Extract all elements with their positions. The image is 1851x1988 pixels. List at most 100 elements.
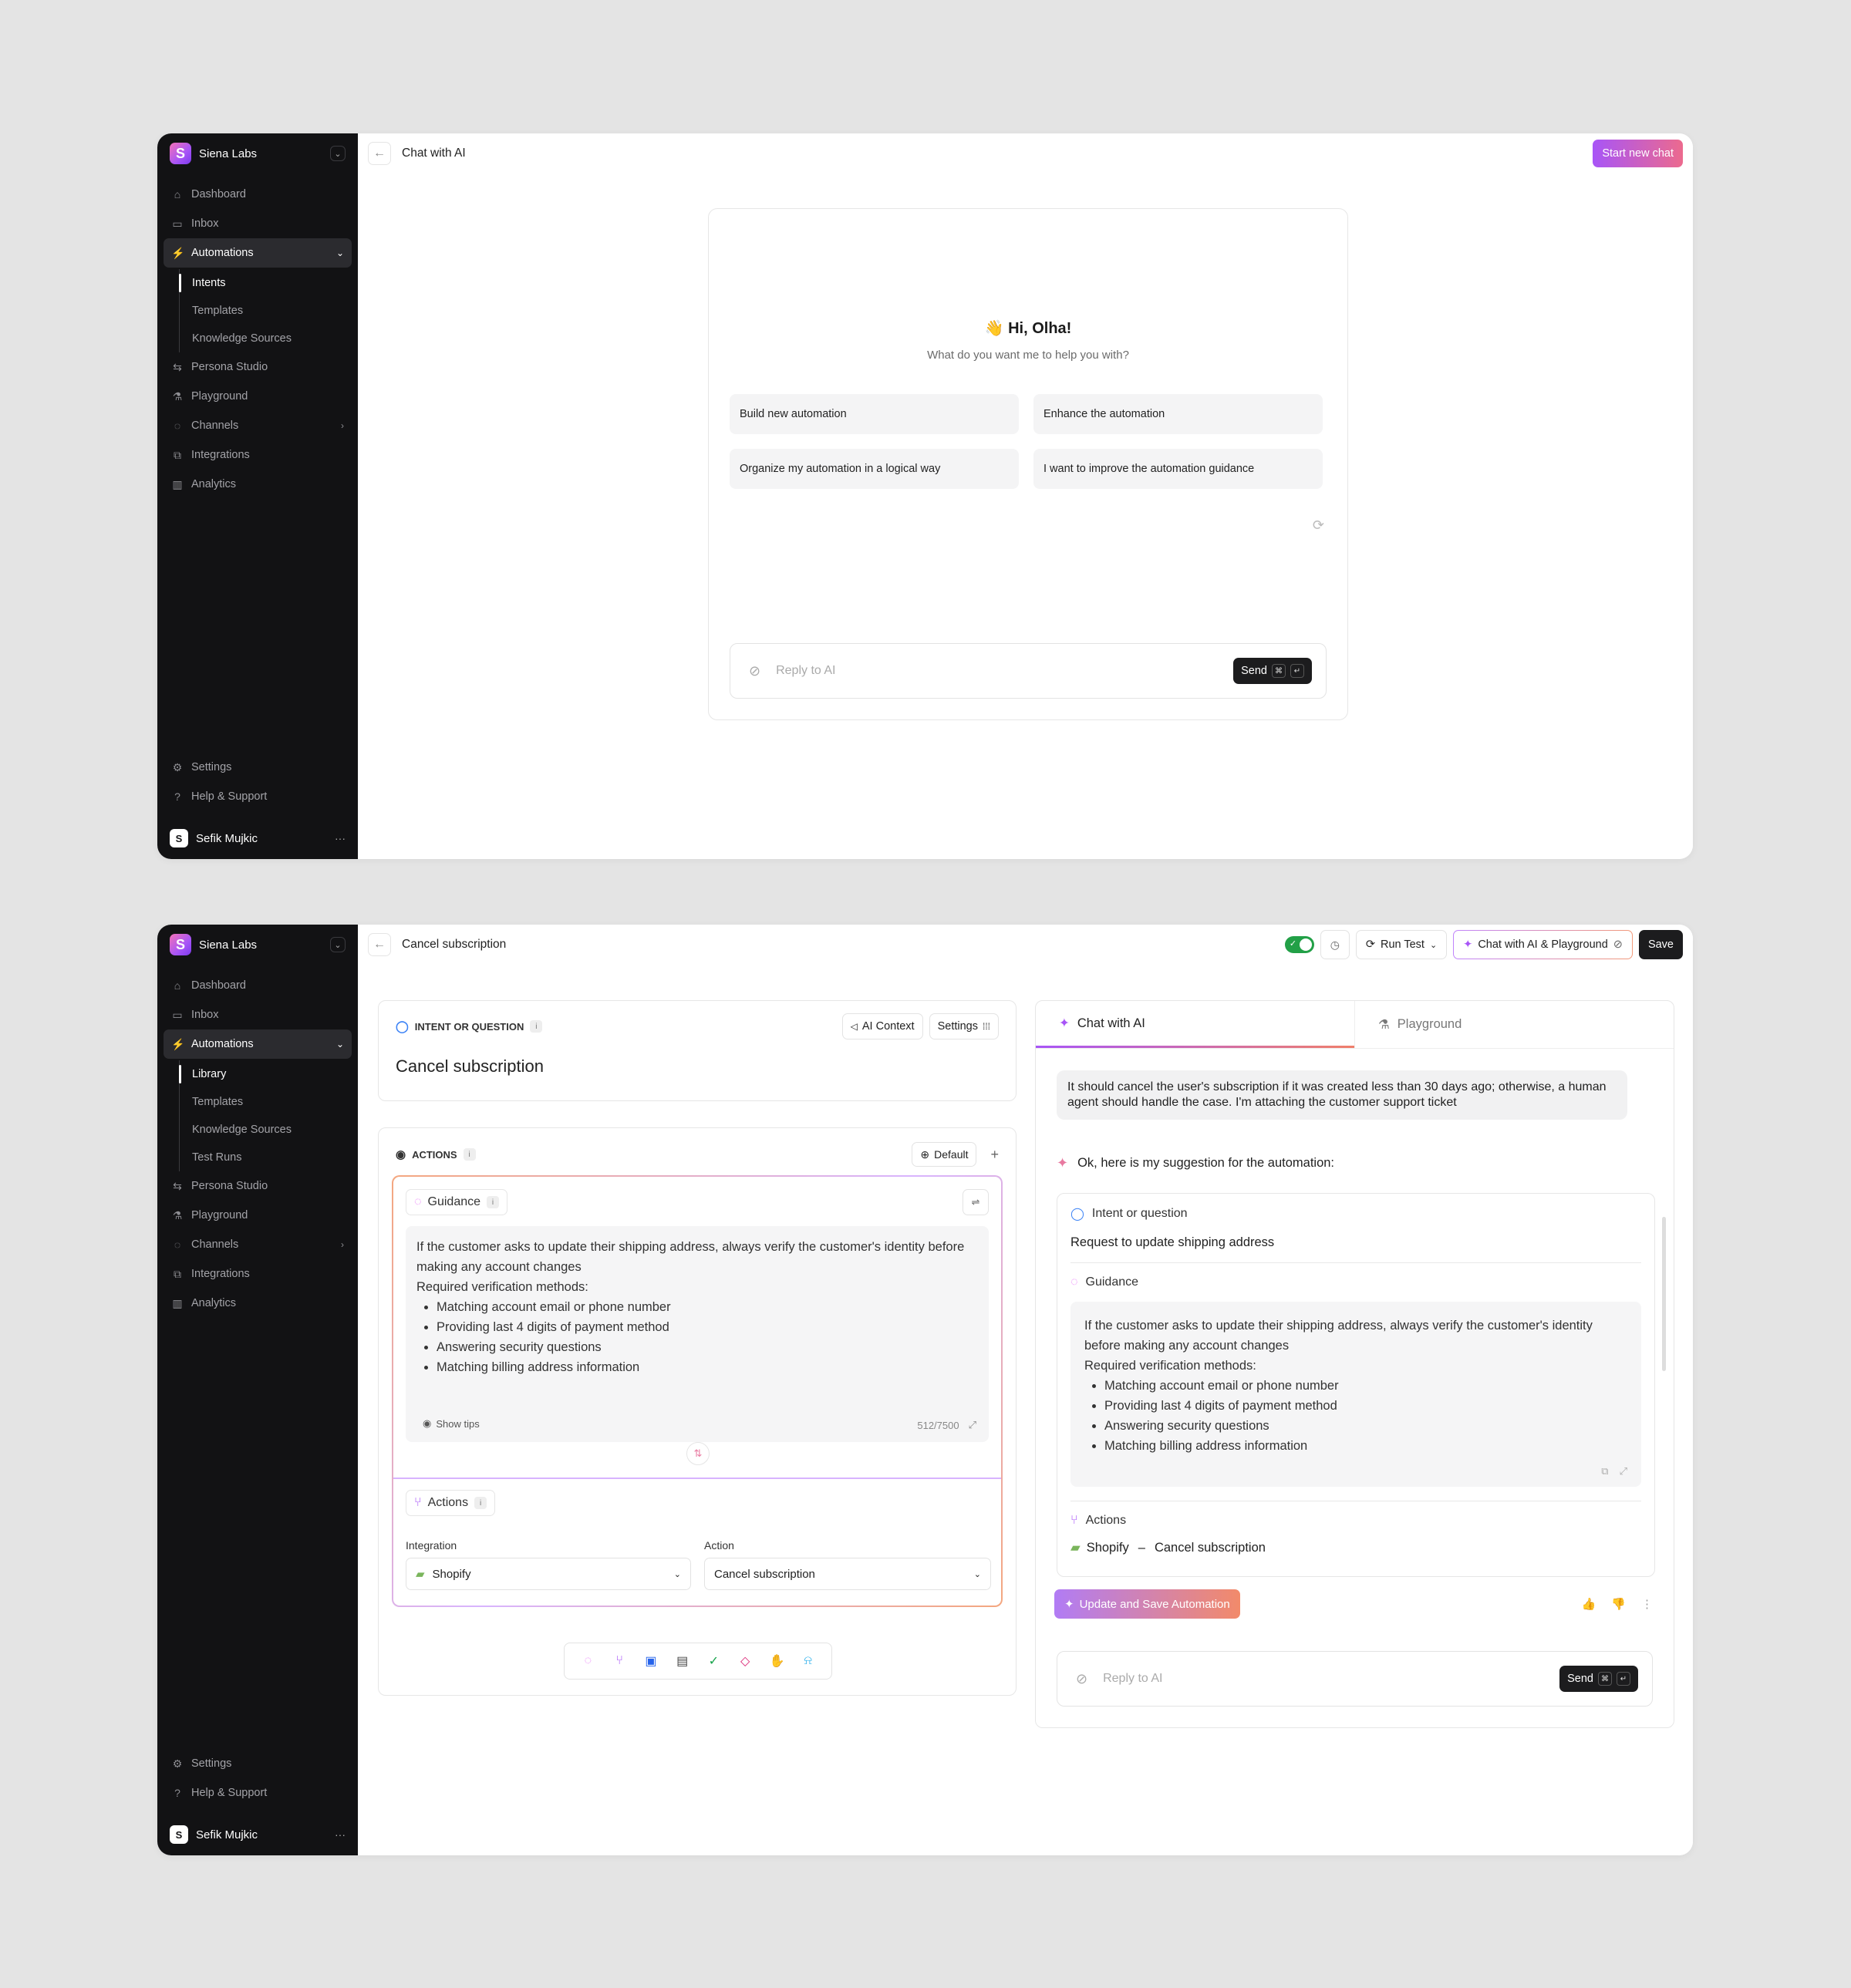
branch-icon: ⑂	[1070, 1514, 1078, 1527]
flask-icon: ⚗	[172, 1208, 183, 1221]
plus-icon[interactable]: +	[990, 1147, 999, 1163]
more-icon[interactable]: ···	[335, 1828, 346, 1841]
thumbs-up-icon[interactable]: 👍	[1582, 1597, 1596, 1611]
sidebar-item-analytics[interactable]: ▥ Analytics	[164, 1289, 352, 1318]
suggestion-build-automation[interactable]: Build new automation	[730, 394, 1019, 434]
sidebar-item-persona-studio[interactable]: ⇆ Persona Studio	[164, 352, 352, 382]
sidebar-item-dashboard[interactable]: ⌂ Dashboard	[164, 180, 352, 209]
bell-icon[interactable]: ⍾	[801, 1654, 815, 1668]
image-icon[interactable]: ▣	[644, 1653, 658, 1669]
swap-icon[interactable]: ⇅	[694, 1447, 703, 1460]
user-menu[interactable]: S Sefik Mujkic ···	[157, 817, 358, 859]
sidebar-item-channels[interactable]: ◌ Channels ›	[164, 411, 352, 440]
update-save-automation-button[interactable]: ✦ Update and Save Automation	[1054, 1589, 1240, 1619]
list-item: Matching account email or phone number	[437, 1297, 978, 1317]
action-select[interactable]: Cancel subscription ⌄	[704, 1558, 991, 1590]
user-menu[interactable]: S Sefik Mujkic ···	[157, 1814, 358, 1855]
sidebar-item-inbox[interactable]: ▭ Inbox	[164, 1000, 352, 1029]
info-icon[interactable]: i	[530, 1020, 543, 1033]
suggestion-improve-guidance[interactable]: I want to improve the automation guidanc…	[1033, 449, 1323, 489]
back-arrow-icon[interactable]: ←	[368, 933, 391, 956]
active-toggle[interactable]: ✓	[1284, 936, 1314, 953]
info-icon[interactable]: i	[474, 1497, 487, 1509]
send-button[interactable]: Send ⌘ ↵	[1559, 1666, 1638, 1692]
intent-value: Request to update shipping address	[1070, 1235, 1275, 1249]
sidebar-subitem-templates[interactable]: Templates	[180, 1088, 358, 1116]
scrollbar[interactable]	[1662, 1217, 1666, 1371]
sidebar-subitem-knowledge-sources[interactable]: Knowledge Sources	[180, 325, 358, 352]
sidebar-item-settings[interactable]: ⚙ Settings	[164, 753, 352, 782]
back-arrow-icon[interactable]: ←	[368, 142, 391, 165]
refresh-icon[interactable]: ⟳	[1313, 517, 1324, 534]
history-icon[interactable]: ◷	[1320, 930, 1350, 959]
sidebar-item-help[interactable]: ? Help & Support	[164, 782, 352, 811]
default-language-button[interactable]: ⊕ Default	[912, 1142, 977, 1167]
sidebar-subitem-test-runs[interactable]: Test Runs	[180, 1144, 358, 1171]
thumbs-down-icon[interactable]: 👎	[1611, 1597, 1626, 1611]
globe-icon: ⊕	[920, 1147, 930, 1161]
sidebar-item-playground[interactable]: ⚗ Playground	[164, 1201, 352, 1230]
workspace-switcher[interactable]: S Siena Labs ⌄	[157, 133, 358, 174]
integration-select[interactable]: ▰ Shopify ⌄	[406, 1558, 691, 1590]
sidebar-item-help[interactable]: ? Help & Support	[164, 1778, 352, 1808]
copy-icon[interactable]: ⧉	[1601, 1465, 1608, 1478]
chevron-down-icon: ⌄	[1429, 940, 1438, 950]
more-vertical-icon[interactable]: ⋮	[1641, 1597, 1653, 1611]
chevron-down-icon[interactable]: ⌄	[330, 937, 346, 952]
sidebar-item-automations[interactable]: ⚡ Automations ⌄	[164, 1029, 352, 1059]
sidebar-item-inbox[interactable]: ▭ Inbox	[164, 209, 352, 238]
run-test-button[interactable]: ⟳ Run Test ⌄	[1355, 930, 1448, 959]
tag-icon[interactable]: ◇	[738, 1653, 752, 1669]
sidebar-item-channels[interactable]: ◌ Channels ›	[164, 1230, 352, 1259]
branch-icon[interactable]: ⑂	[612, 1654, 626, 1668]
sidebar-item-playground[interactable]: ⚗ Playground	[164, 382, 352, 411]
sliders-icon[interactable]: ⇌	[963, 1189, 989, 1215]
check-circle-icon[interactable]: ✓	[706, 1653, 720, 1669]
expand-icon[interactable]: ⤢	[969, 1419, 976, 1431]
start-new-chat-button[interactable]: Start new chat	[1593, 140, 1683, 167]
hand-icon[interactable]: ✋	[770, 1653, 785, 1669]
show-tips-link[interactable]: ◉ Show tips	[423, 1417, 480, 1430]
sidebar-subitem-templates[interactable]: Templates	[180, 297, 358, 325]
sidebar-subitem-intents[interactable]: Intents	[179, 269, 358, 297]
suggestion-enhance-automation[interactable]: Enhance the automation	[1033, 394, 1323, 434]
chevron-down-icon[interactable]: ⌄	[330, 146, 346, 161]
settings-button[interactable]: Settings ⁞⁞⁞	[929, 1013, 999, 1039]
tab-chat-with-ai[interactable]: ✦ Chat with AI	[1036, 1001, 1354, 1048]
sidebar-item-dashboard[interactable]: ⌂ Dashboard	[164, 971, 352, 1000]
sidebar-item-integrations[interactable]: ⧉ Integrations	[164, 1259, 352, 1289]
sidebar-subitem-knowledge-sources[interactable]: Knowledge Sources	[180, 1116, 358, 1144]
workspace-switcher[interactable]: S Siena Labs ⌄	[157, 925, 358, 965]
info-icon[interactable]: i	[463, 1148, 476, 1161]
sidebar-item-automations[interactable]: ⚡ Automations ⌄	[164, 238, 352, 268]
sidebar-item-analytics[interactable]: ▥ Analytics	[164, 470, 352, 499]
chat-playground-button[interactable]: ✦ Chat with AI & Playground ⊘	[1453, 930, 1633, 959]
send-button[interactable]: Send ⌘ ↵	[1233, 658, 1312, 684]
sidebar-subitem-library[interactable]: Library	[179, 1060, 358, 1088]
reply-input[interactable]: Reply to AI	[776, 664, 1218, 678]
suggestion-organize-automation[interactable]: Organize my automation in a logical way	[730, 449, 1019, 489]
tab-playground[interactable]: ⚗ Playground	[1354, 1001, 1674, 1048]
paperclip-icon[interactable]: ⊘	[749, 663, 760, 679]
bolt-icon: ⚡	[171, 1037, 185, 1050]
guidance-icon[interactable]: ◌	[581, 1654, 595, 1668]
greeting: 👋 Hi, Olha!	[984, 320, 1072, 337]
document-icon[interactable]: ▤	[676, 1653, 689, 1669]
plug-icon: ⧉	[174, 448, 181, 461]
sidebar-item-settings[interactable]: ⚙ Settings	[164, 1749, 352, 1778]
more-icon[interactable]: ···	[335, 832, 346, 844]
sidebar-item-integrations[interactable]: ⧉ Integrations	[164, 440, 352, 470]
list-item: Answering security questions	[1104, 1416, 1627, 1436]
chat-bubble-icon: ◯	[396, 1020, 409, 1033]
guidance-editor[interactable]: If the customer asks to update their shi…	[406, 1226, 989, 1442]
sidebar-item-persona-studio[interactable]: ⇆ Persona Studio	[164, 1171, 352, 1201]
paperclip-icon[interactable]: ⊘	[1076, 1671, 1087, 1687]
ai-context-button[interactable]: ◁ AI Context	[841, 1013, 923, 1039]
chevron-down-icon: ⌄	[335, 248, 344, 258]
character-counter: 512/7500	[917, 1419, 959, 1431]
expand-icon[interactable]: ⤢	[1620, 1465, 1627, 1478]
save-button[interactable]: Save	[1638, 930, 1683, 959]
reply-input[interactable]: Reply to AI	[1103, 1672, 1544, 1686]
info-icon[interactable]: i	[487, 1196, 500, 1208]
intent-value[interactable]: Cancel subscription	[379, 1039, 1016, 1077]
